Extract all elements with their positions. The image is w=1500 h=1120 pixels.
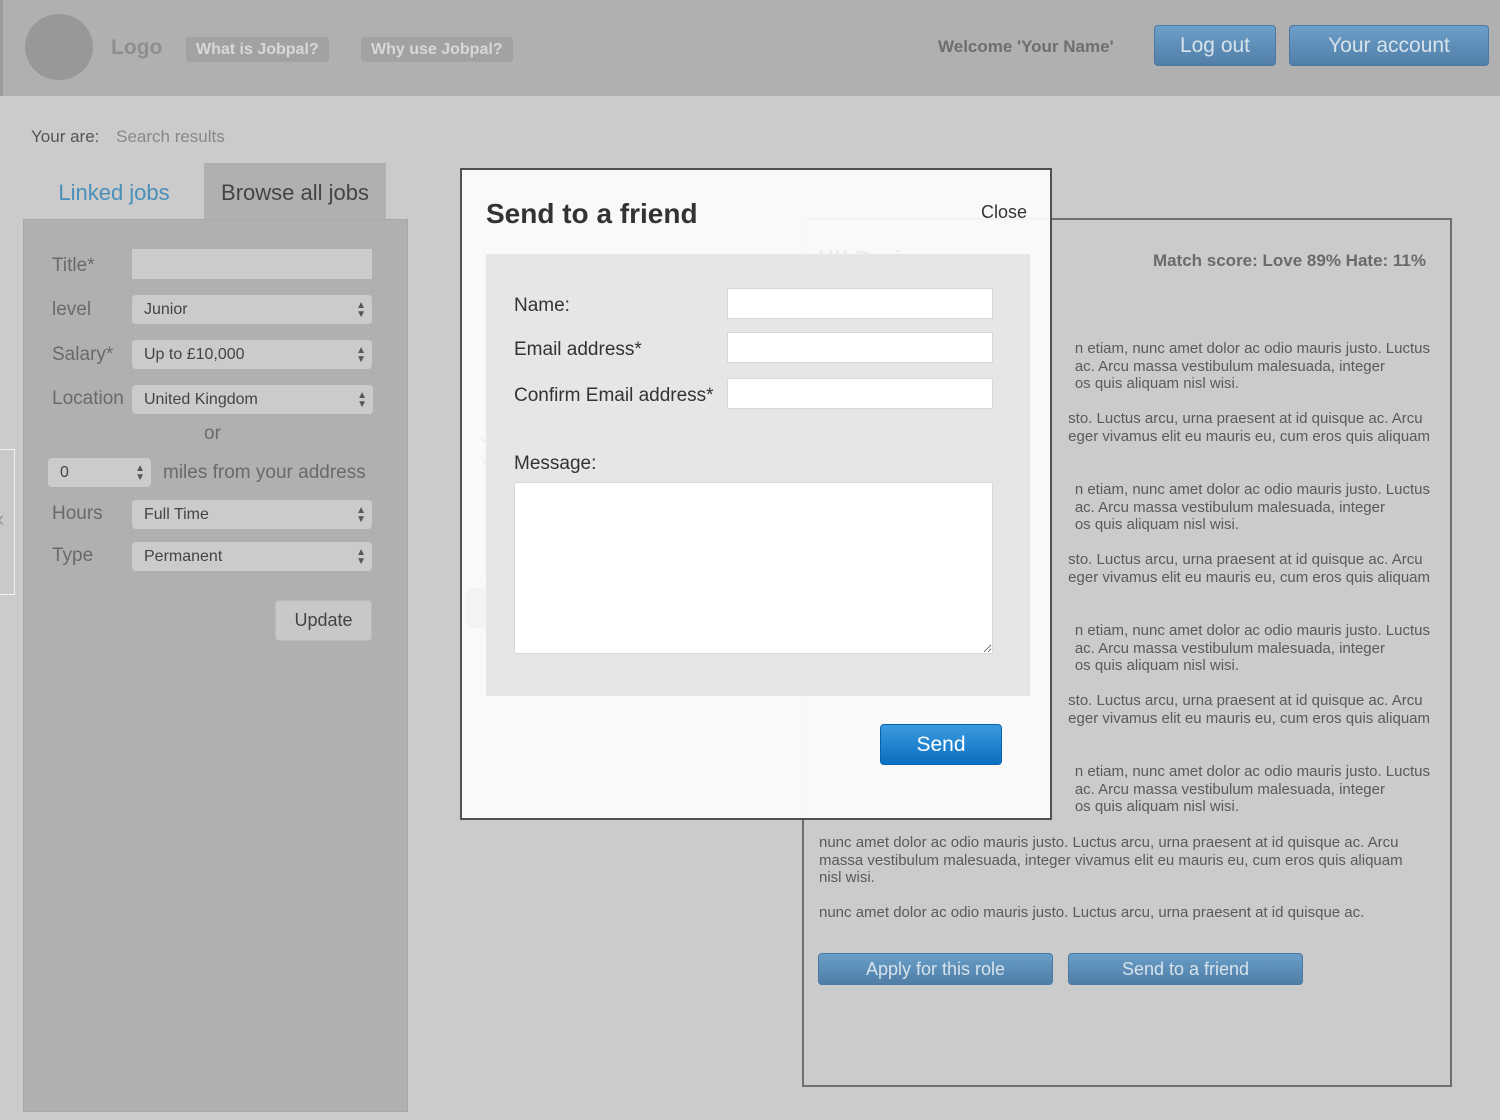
location-label: Location: [52, 388, 124, 409]
logo-text: Logo: [111, 36, 163, 59]
select-arrows-icon: ▲ ▼: [356, 505, 366, 525]
match-score: Match score: Love 89% Hate: 11%: [1152, 251, 1426, 270]
send-to-friend-modal: James Fern Your connection UX Designer S…: [460, 168, 1052, 820]
select-arrows-icon: ▲ ▼: [357, 390, 367, 410]
message-label: Message:: [514, 453, 597, 474]
email-label: Email address*: [514, 339, 642, 360]
title-label: Title*: [52, 255, 95, 276]
your-account-button[interactable]: Your account: [1289, 25, 1489, 66]
job-paragraph: nunc amet dolor ac odio mauris justo. Lu…: [819, 904, 1365, 921]
miles-value: 0: [60, 464, 69, 481]
salary-select[interactable]: Up to £10,000 ▲ ▼: [132, 340, 372, 369]
salary-label: Salary*: [52, 344, 114, 365]
breadcrumb-label: Your are:: [31, 127, 100, 146]
select-arrows-icon: ▲ ▼: [356, 300, 366, 320]
select-arrows-icon: ▲ ▼: [356, 345, 366, 365]
job-paragraph: nunc amet dolor ac odio mauris justo. Lu…: [819, 834, 1403, 886]
name-input[interactable]: [727, 288, 993, 319]
type-label: Type: [52, 545, 94, 566]
job-paragraph: sto. Luctus arcu, urna praesent at id qu…: [1068, 410, 1430, 445]
nav-what-is-jobpal[interactable]: What is Jobpal?: [186, 37, 329, 62]
apply-button[interactable]: Apply for this role: [818, 953, 1053, 985]
select-arrows-icon: ▲ ▼: [356, 547, 366, 567]
job-paragraph: sto. Luctus arcu, urna praesent at id qu…: [1068, 692, 1430, 727]
confirm-email-label: Confirm Email address*: [514, 385, 714, 406]
job-paragraph: n etiam, nunc amet dolor ac odio mauris …: [1074, 763, 1430, 815]
modal-form: Name: Email address* Confirm Email addre…: [486, 254, 1030, 696]
miles-label: miles from your address: [163, 462, 366, 483]
breadcrumb: Your are: Search results: [31, 127, 225, 147]
send-button[interactable]: Send: [880, 724, 1002, 765]
level-label: level: [52, 299, 92, 320]
update-button[interactable]: Update: [275, 600, 372, 641]
tab-linked-jobs[interactable]: Linked jobs: [24, 163, 204, 220]
logout-button[interactable]: Log out: [1154, 25, 1276, 66]
nav-why-use-jobpal[interactable]: Why use Jobpal?: [361, 37, 513, 62]
location-value: United Kingdom: [144, 391, 258, 408]
miles-select[interactable]: 0 ▲ ▼: [48, 458, 151, 487]
level-value: Junior: [144, 301, 188, 318]
confirm-email-input[interactable]: [727, 378, 993, 409]
or-separator: or: [204, 423, 221, 444]
type-select[interactable]: Permanent ▲ ▼: [132, 542, 372, 571]
salary-value: Up to £10,000: [144, 346, 245, 363]
job-paragraph: sto. Luctus arcu, urna praesent at id qu…: [1068, 551, 1430, 586]
breadcrumb-current[interactable]: Search results: [116, 127, 225, 146]
hours-value: Full Time: [144, 506, 209, 523]
job-paragraph: n etiam, nunc amet dolor ac odio mauris …: [1074, 622, 1430, 674]
send-to-friend-button[interactable]: Send to a friend: [1068, 953, 1303, 985]
email-input[interactable]: [727, 332, 993, 363]
level-select[interactable]: Junior ▲ ▼: [132, 295, 372, 324]
job-paragraph: n etiam, nunc amet dolor ac odio mauris …: [1074, 481, 1430, 533]
location-select[interactable]: United Kingdom ▲ ▼: [132, 385, 373, 414]
logo-icon: [25, 14, 93, 80]
message-textarea[interactable]: [514, 482, 993, 654]
filter-panel: Title* level Junior ▲ ▼ Salary* Up to £10…: [23, 219, 408, 1112]
welcome-text: Welcome 'Your Name': [938, 37, 1114, 56]
hours-label: Hours: [52, 503, 103, 524]
chevron-left-icon: ‹: [0, 506, 4, 532]
hours-select[interactable]: Full Time ▲ ▼: [132, 500, 372, 529]
tab-browse-all-jobs[interactable]: Browse all jobs: [204, 163, 386, 220]
title-input[interactable]: [132, 249, 372, 279]
select-arrows-icon: ▲ ▼: [135, 463, 145, 483]
job-paragraph: n etiam, nunc amet dolor ac odio mauris …: [1074, 340, 1430, 392]
top-header: Logo What is Jobpal? Why use Jobpal? Wel…: [0, 0, 1500, 96]
side-collapse-handle[interactable]: ‹: [0, 449, 15, 595]
modal-close-button[interactable]: Close: [981, 202, 1027, 223]
name-label: Name:: [514, 295, 570, 316]
type-value: Permanent: [144, 548, 223, 565]
modal-title: Send to a friend: [486, 198, 698, 229]
